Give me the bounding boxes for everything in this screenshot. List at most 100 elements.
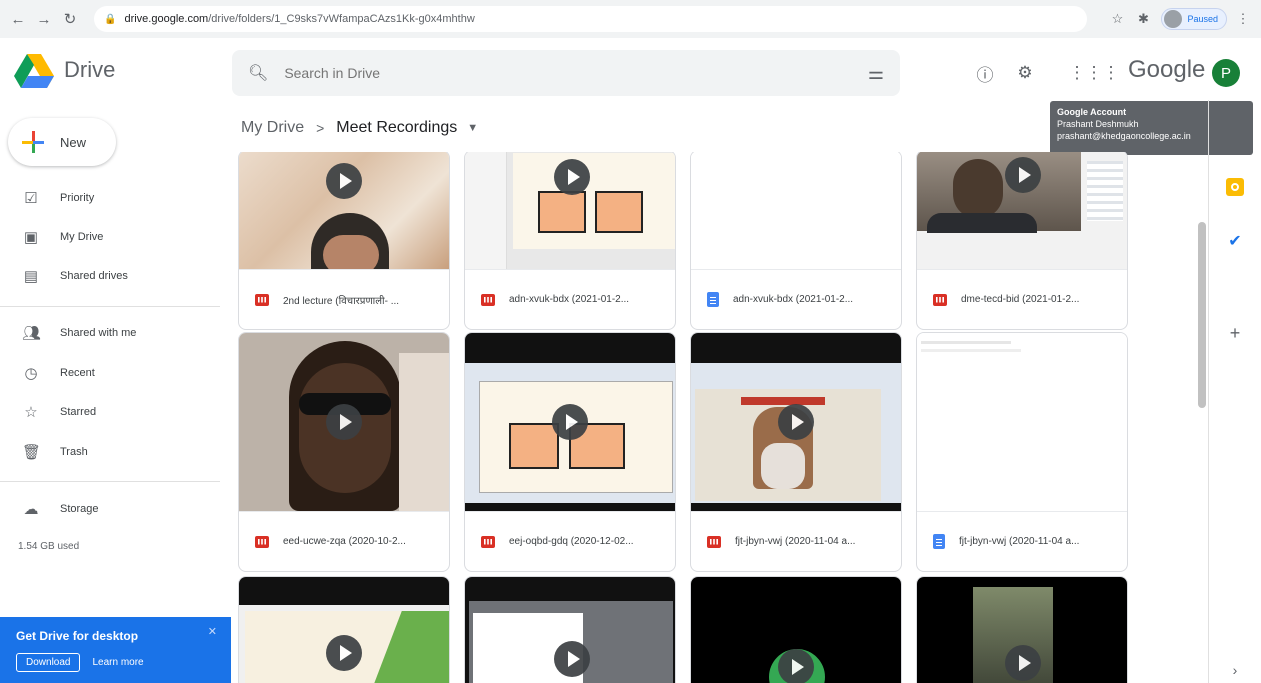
doc-thumbnail — [917, 333, 1127, 511]
forward-icon[interactable]: → — [34, 9, 54, 29]
sidebar-item-shared-drives[interactable]: ▤ Shared drives — [0, 259, 220, 293]
scrollbar-thumb[interactable] — [1198, 222, 1206, 408]
sidebar-item-label: Recent — [60, 367, 95, 379]
download-button[interactable]: Download — [16, 653, 81, 672]
video-file-icon — [933, 293, 947, 306]
file-name-row: eej-oqbd-gdq (2020-12-02... — [465, 511, 675, 571]
promo-title: Get Drive for desktop — [16, 629, 139, 643]
desktop-promo: Get Drive for desktop ✕ Download Learn m… — [0, 617, 231, 683]
sidebar-item-label: My Drive — [60, 231, 104, 243]
reload-icon[interactable]: ↻ — [60, 9, 80, 29]
file-card[interactable] — [916, 576, 1128, 683]
video-thumbnail — [917, 152, 1127, 269]
search-options-icon[interactable]: ⚌ — [868, 63, 884, 84]
file-card[interactable]: adn-xvuk-bdx (2021-01-2... — [690, 152, 902, 330]
file-name-row: fjt-jbyn-vwj (2020-11-04 a... — [691, 511, 901, 571]
file-name: 2nd lecture (विचारप्रणाली- ... — [283, 295, 400, 307]
play-icon — [552, 404, 588, 440]
profile-button[interactable]: Paused — [1161, 8, 1227, 30]
settings-icon[interactable]: ⚙ — [1012, 60, 1038, 86]
sidebar-divider — [0, 481, 220, 482]
sidebar-item-priority[interactable]: ☑ Priority — [0, 181, 220, 215]
sidebar-item-shared-with-me[interactable]: 👥︎ Shared with me — [0, 316, 220, 350]
sidebar-item-label: Priority — [60, 192, 95, 204]
lock-icon: 🔒 — [104, 13, 117, 25]
sidebar-item-label: Shared with me — [60, 327, 137, 339]
new-button[interactable]: New — [8, 118, 116, 166]
file-card[interactable] — [690, 576, 902, 683]
file-card[interactable]: 2nd lecture (विचारप्रणाली- ... — [238, 152, 450, 330]
help-icon[interactable]: ⓘ — [972, 60, 998, 86]
video-file-icon — [255, 293, 269, 306]
apps-grid-icon[interactable]: ⋮⋮⋮ — [1069, 60, 1120, 86]
video-file-icon — [707, 535, 721, 548]
file-name: fjt-jbyn-vwj (2020-11-04 a... — [959, 536, 1080, 547]
people-icon: 👥︎ — [22, 325, 42, 342]
close-icon[interactable]: ✕ — [208, 625, 217, 638]
sidebar-item-label: Trash — [60, 446, 88, 458]
search-input[interactable] — [284, 65, 868, 81]
breadcrumb-current-folder[interactable]: Meet Recordings — [336, 119, 457, 137]
sidebar-divider — [0, 306, 220, 307]
play-icon — [778, 649, 814, 683]
back-icon[interactable]: ← — [8, 9, 28, 29]
play-icon — [326, 635, 362, 671]
sidebar-item-storage[interactable]: ☁ Storage — [0, 492, 220, 526]
file-card[interactable] — [464, 576, 676, 683]
profile-status: Paused — [1187, 14, 1218, 24]
file-name-row: 2nd lecture (विचारप्रणाली- ... — [239, 269, 449, 329]
drive-logo-icon — [14, 54, 54, 88]
tasks-icon[interactable]: ✔ — [1226, 232, 1244, 250]
file-name-row: fjt-jbyn-vwj (2020-11-04 a... — [917, 511, 1127, 571]
google-wordmark[interactable]: Google — [1128, 56, 1205, 84]
new-button-label: New — [60, 134, 87, 150]
doc-thumbnail — [691, 152, 901, 269]
file-name-row: eed-ucwe-zqa (2020-10-2... — [239, 511, 449, 571]
extensions-icon[interactable]: ✱ — [1133, 9, 1153, 29]
cloud-icon: ☁ — [23, 501, 39, 518]
app-name: Drive — [64, 57, 116, 82]
file-card[interactable]: eej-oqbd-gdq (2020-12-02... — [464, 332, 676, 572]
video-thumbnail — [239, 577, 449, 683]
file-card[interactable]: adn-xvuk-bdx (2021-01-2... — [464, 152, 676, 330]
account-avatar[interactable]: P — [1212, 59, 1240, 87]
file-card[interactable] — [238, 576, 450, 683]
play-icon — [778, 404, 814, 440]
search-bar[interactable]: 🔍︎ ⚌ — [232, 50, 900, 96]
doc-file-icon — [933, 534, 945, 549]
video-file-icon — [481, 293, 495, 306]
drive-icon: ▣ — [23, 229, 39, 246]
chevron-down-icon[interactable]: ▼ — [467, 122, 478, 134]
learn-more-link[interactable]: Learn more — [88, 654, 147, 671]
sidebar-item-my-drive[interactable]: ▣ My Drive — [0, 220, 220, 254]
breadcrumb-my-drive[interactable]: My Drive — [241, 119, 304, 137]
video-thumbnail — [691, 333, 901, 511]
video-file-icon — [481, 535, 495, 548]
address-bar[interactable]: 🔒 drive.google.com/drive/folders/1_C9sks… — [94, 6, 1088, 32]
chevron-right-icon[interactable]: › — [1226, 661, 1244, 679]
browser-menu-icon[interactable]: ⋮ — [1233, 9, 1253, 29]
bookmark-star-icon[interactable]: ☆ — [1107, 9, 1127, 29]
breadcrumb-separator: > — [316, 120, 325, 136]
add-addon-icon[interactable]: + — [1226, 323, 1244, 343]
keep-icon[interactable] — [1226, 178, 1244, 196]
search-icon[interactable]: 🔍︎ — [248, 63, 268, 83]
video-thumbnail — [239, 152, 449, 269]
browser-toolbar: ← → ↻ 🔒 drive.google.com/drive/folders/1… — [0, 0, 1261, 38]
file-card[interactable]: dme-tecd-bid (2021-01-2... — [916, 152, 1128, 330]
file-card[interactable]: fjt-jbyn-vwj (2020-11-04 a... — [916, 332, 1128, 572]
file-name: adn-xvuk-bdx (2021-01-2... — [733, 294, 854, 305]
check-circle-icon: ☑ — [24, 190, 38, 207]
sidebar-item-starred[interactable]: ☆ Starred — [0, 395, 220, 429]
plus-icon — [22, 131, 44, 153]
play-icon — [326, 404, 362, 440]
file-name-row: dme-tecd-bid (2021-01-2... — [917, 269, 1127, 329]
sidebar-item-trash[interactable]: 🗑︎ Trash — [0, 435, 220, 469]
shared-drives-icon: ▤ — [23, 268, 39, 285]
file-card[interactable]: eed-ucwe-zqa (2020-10-2... — [238, 332, 450, 572]
sidebar-item-recent[interactable]: ◷ Recent — [0, 356, 220, 390]
file-name: eed-ucwe-zqa (2020-10-2... — [283, 536, 406, 547]
video-thumbnail — [465, 152, 675, 269]
drive-logo[interactable]: Drive — [14, 52, 115, 88]
file-card[interactable]: fjt-jbyn-vwj (2020-11-04 a... — [690, 332, 902, 572]
